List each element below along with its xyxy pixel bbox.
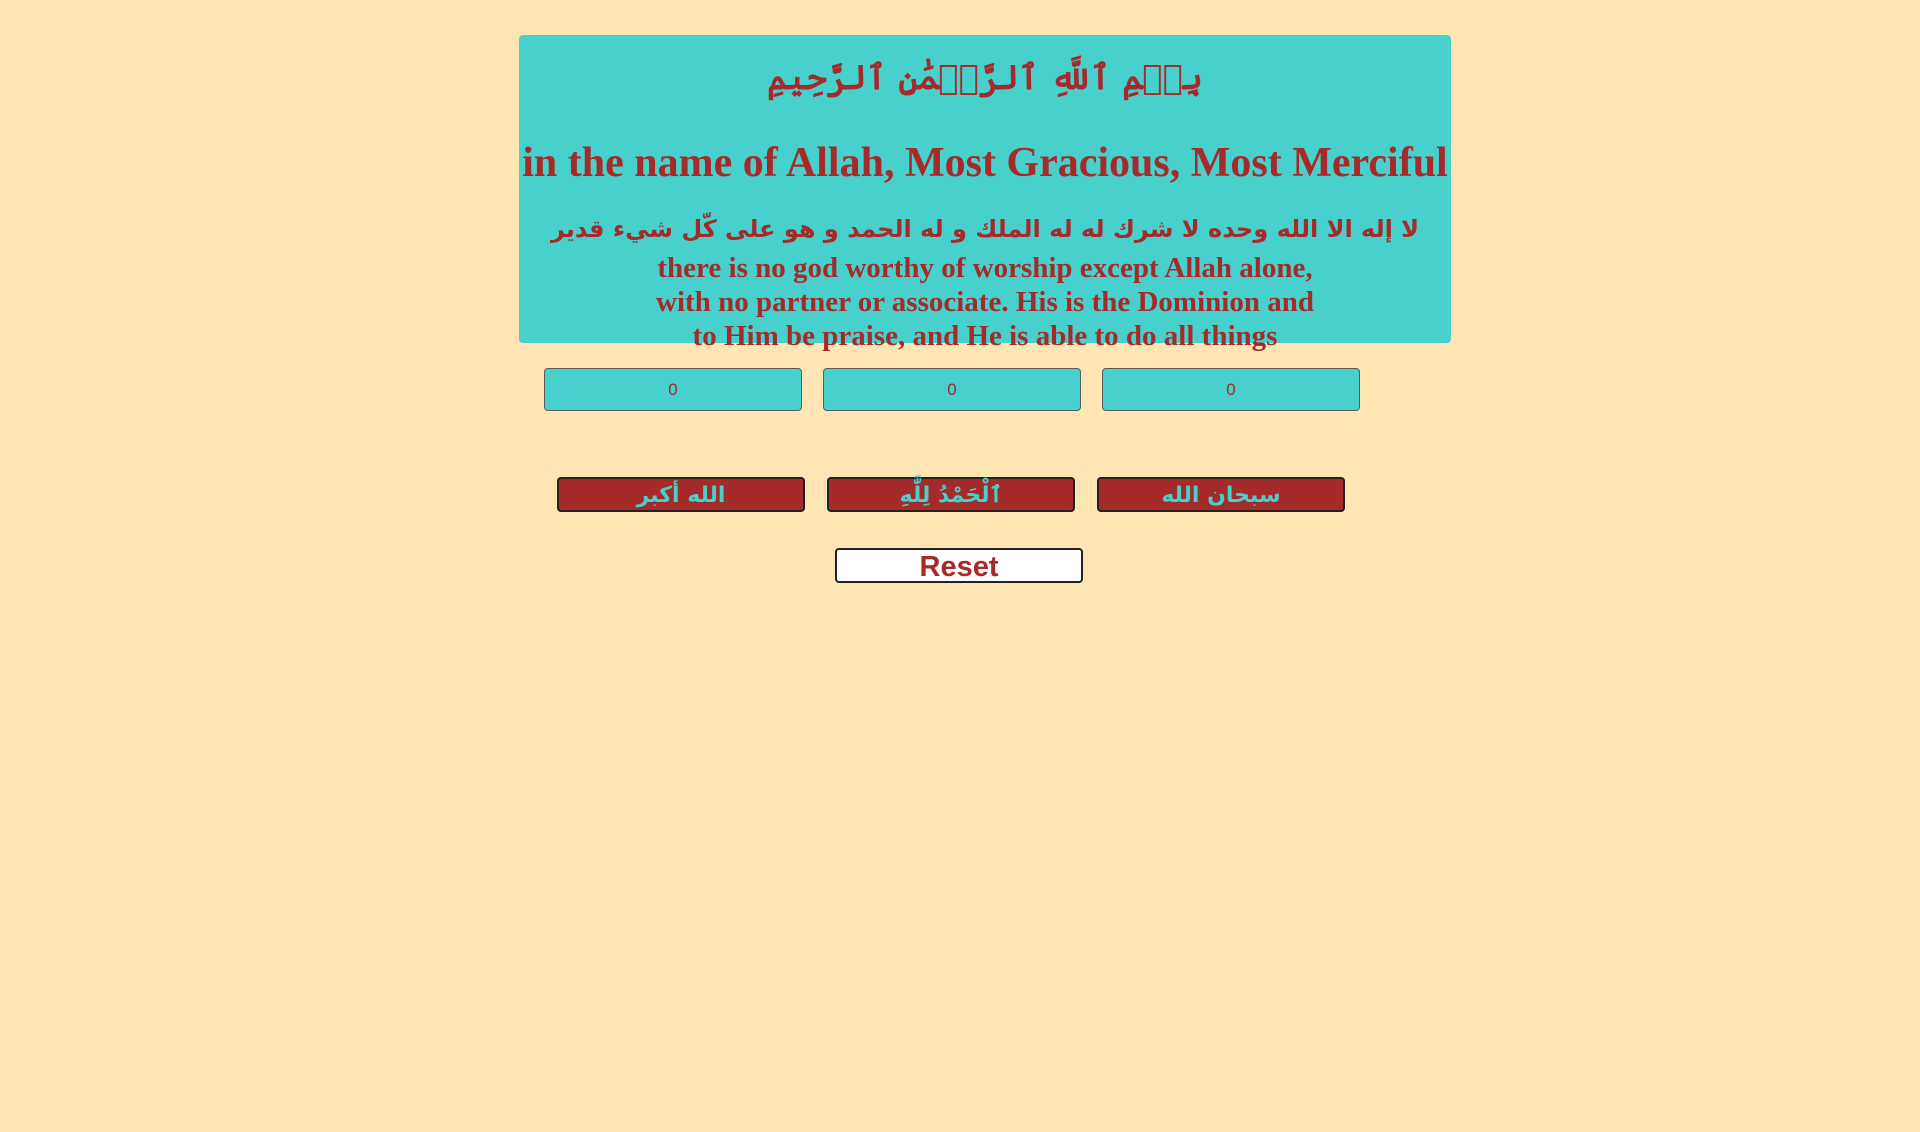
counter-allahu-akbar: 0 (544, 368, 802, 411)
tahlil-english: there is no god worthy of worship except… (519, 251, 1451, 353)
tahlil-english-line: with no partner or associate. His is the… (656, 286, 1314, 318)
dhikr-header-card: بِسۡمِ ٱللَّهِ ٱلرَّحۡمَٰنِ ٱلرَّحِيمِ i… (519, 35, 1451, 352)
tahlil-arabic: لا إله الا الله وحده لا شرك له له الملك … (550, 215, 1420, 243)
subhanallah-button[interactable]: سبحان الله (1097, 477, 1345, 512)
tahlil-english-line: there is no god worthy of worship except… (657, 252, 1313, 284)
tahlil-english-line: to Him be praise, and He is able to do a… (692, 320, 1278, 352)
alhamdulillah-button[interactable]: ٱلْحَمْدُ لِلَّٰهِ (827, 477, 1075, 512)
counter-subhanallah: 0 (1102, 368, 1360, 411)
page: بِسۡمِ ٱللَّهِ ٱلرَّحۡمَٰنِ ٱلرَّحِيمِ i… (0, 0, 1920, 1132)
reset-button[interactable]: Reset (835, 548, 1083, 583)
bismillah-arabic: بِسۡمِ ٱللَّهِ ٱلرَّحۡمَٰنِ ٱلرَّحِيمِ (767, 58, 1203, 98)
counter-alhamdulillah: 0 (823, 368, 1081, 411)
bismillah-english: in the name of Allah, Most Gracious, Mos… (522, 140, 1448, 186)
allahu-akbar-button[interactable]: الله أكبر (557, 477, 805, 512)
